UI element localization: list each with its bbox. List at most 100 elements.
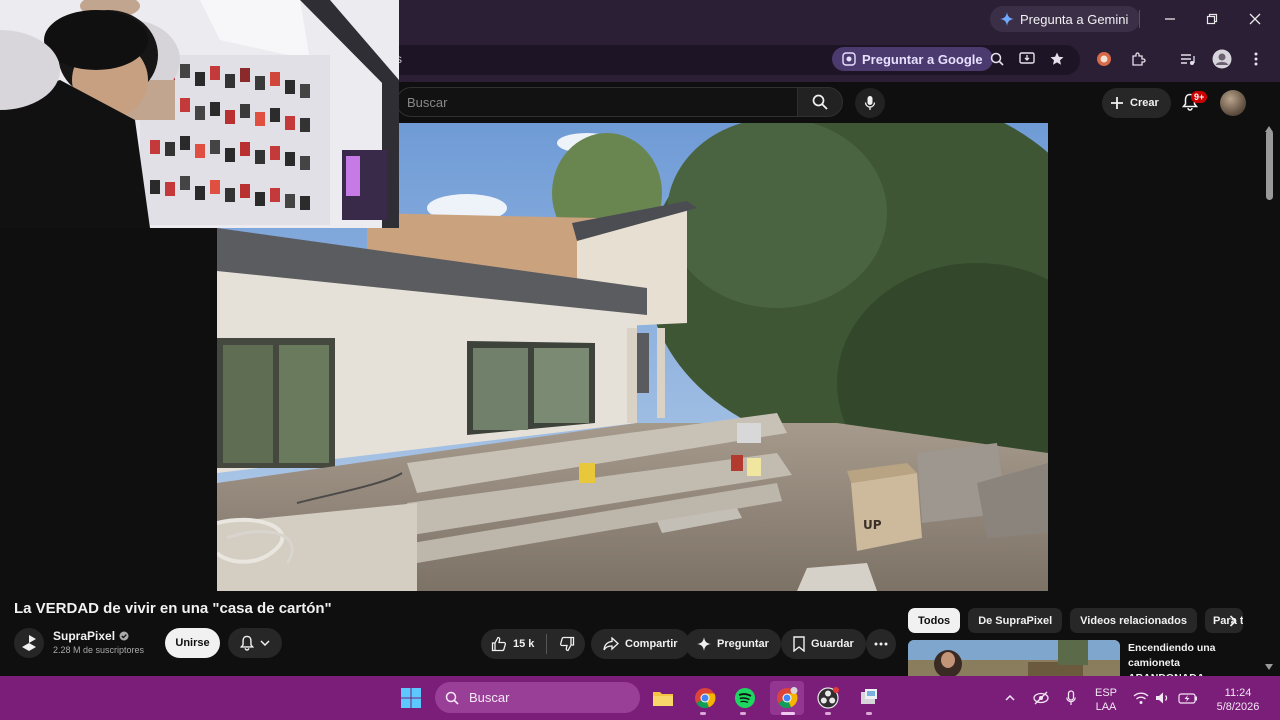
battery-charging-icon [1178, 693, 1197, 704]
taskbar-search[interactable]: Buscar [435, 682, 640, 713]
close-window-button[interactable] [1235, 6, 1275, 32]
media-controls-button[interactable] [1176, 48, 1200, 70]
obs-running-indicator [825, 712, 831, 715]
eye-off-icon [1033, 691, 1049, 705]
restore-button[interactable] [1192, 6, 1232, 32]
close-icon [1249, 13, 1261, 25]
chevron-right-icon [1229, 615, 1237, 627]
search-icon [812, 94, 828, 110]
more-actions-button[interactable] [866, 629, 896, 659]
tray-microphone-button[interactable] [1061, 688, 1081, 708]
chip-related[interactable]: Videos relacionados [1070, 608, 1197, 633]
channel-avatar[interactable] [14, 628, 44, 658]
bookmark-star-button[interactable] [1045, 48, 1069, 70]
create-button[interactable]: Crear [1102, 88, 1171, 118]
extensions-menu-button[interactable] [1126, 48, 1150, 70]
create-label: Crear [1130, 97, 1159, 109]
like-dislike-group: 15 k [481, 629, 586, 659]
verified-check-icon [119, 631, 129, 641]
search-icon [445, 691, 459, 705]
bell-icon [240, 635, 254, 651]
clock-time: 11:24 [1224, 687, 1252, 699]
taskbar-obs[interactable] [811, 681, 845, 715]
wifi-button[interactable] [1131, 688, 1151, 708]
star-icon [1050, 52, 1064, 65]
chips-next-button[interactable] [1222, 610, 1244, 632]
keyboard-layout: LAA [1095, 701, 1117, 713]
join-button[interactable]: Unirse [165, 628, 220, 658]
scrollbar-arrows [1265, 126, 1273, 670]
zoom-button[interactable] [985, 48, 1009, 70]
account-avatar[interactable] [1220, 90, 1246, 116]
app-running-indicator [866, 712, 872, 715]
share-button[interactable]: Compartir [591, 629, 690, 659]
spotify-running-indicator [740, 712, 746, 715]
like-count: 15 k [513, 638, 535, 650]
voice-search-button[interactable] [855, 88, 885, 118]
microphone-icon [1066, 690, 1076, 705]
search-button[interactable] [797, 87, 843, 117]
more-horizontal-icon [874, 642, 888, 646]
plus-icon [1111, 97, 1123, 109]
share-arrow-icon [603, 637, 619, 651]
install-app-button[interactable] [1015, 48, 1039, 70]
thumbnail-image [908, 640, 1120, 676]
share-label: Compartir [625, 638, 678, 650]
taskbar-chrome[interactable] [688, 681, 722, 715]
taskbar-spotify[interactable] [728, 681, 762, 715]
minimize-button[interactable] [1150, 6, 1190, 32]
spotify-icon [735, 688, 755, 708]
extension-colored-icon [1097, 52, 1111, 66]
profile-avatar-icon [1212, 49, 1232, 69]
gemini-button[interactable]: Pregunta a Gemini [990, 6, 1141, 32]
browser-menu-button[interactable] [1244, 48, 1268, 70]
page-scrollbar[interactable] [1262, 123, 1276, 673]
scrollbar-thumb[interactable] [1266, 130, 1273, 200]
search-input[interactable]: Buscar [396, 87, 798, 117]
subscription-notifications-button[interactable] [228, 628, 282, 658]
extension-button[interactable] [1092, 48, 1116, 70]
search-placeholder: Buscar [407, 94, 448, 110]
start-button[interactable] [394, 681, 428, 715]
profile-button[interactable] [1210, 48, 1234, 70]
clock-date: 5/8/2026 [1216, 701, 1260, 713]
notification-badge: 9+ [1191, 91, 1208, 103]
recommended-video-thumbnail[interactable] [908, 640, 1120, 676]
puzzle-icon [1132, 52, 1146, 66]
ask-ai-button[interactable]: Preguntar [685, 629, 781, 659]
more-vertical-icon [1254, 52, 1258, 66]
dislike-button[interactable] [559, 636, 575, 652]
show-hidden-icons-button[interactable] [1000, 688, 1020, 708]
chevron-up-icon [1005, 695, 1015, 701]
playlist-icon [1181, 54, 1195, 65]
like-button[interactable]: 15 k [491, 636, 534, 652]
taskbar-file-explorer[interactable] [646, 681, 680, 715]
save-button[interactable]: Guardar [781, 629, 866, 659]
input-language-indicator[interactable]: ESP LAA [1094, 686, 1118, 714]
save-label: Guardar [811, 638, 854, 650]
restore-icon [1206, 13, 1218, 25]
volume-button[interactable] [1153, 688, 1173, 708]
chip-all[interactable]: Todos [908, 608, 961, 633]
box-label: UP [863, 518, 882, 532]
chrome-running-indicator [700, 712, 706, 715]
clock[interactable]: 11:24 5/8/2026 [1208, 686, 1268, 714]
thumbs-down-icon [560, 636, 575, 652]
channel-name[interactable]: SupraPixel [53, 629, 129, 643]
obs-recording-icon [817, 687, 839, 709]
app-window-icon [861, 689, 877, 704]
taskbar-search-label: Buscar [469, 690, 510, 705]
tray-app-icon[interactable] [1031, 688, 1051, 708]
battery-button[interactable] [1178, 688, 1198, 708]
minimize-icon [1165, 18, 1175, 20]
chip-from-channel[interactable]: De SupraPixel [968, 608, 1063, 633]
taskbar-app[interactable] [852, 681, 886, 715]
speaker-icon [1156, 692, 1168, 704]
subscriber-count: 2.28 M de suscriptores [53, 645, 145, 655]
channel-logo-icon [22, 635, 36, 651]
taskbar [0, 676, 1280, 720]
bookmark-icon [793, 636, 805, 652]
taskbar-chrome-profile[interactable] [770, 681, 804, 715]
ask-google-button[interactable]: Preguntar a Google [832, 47, 993, 71]
lens-icon [842, 52, 856, 66]
